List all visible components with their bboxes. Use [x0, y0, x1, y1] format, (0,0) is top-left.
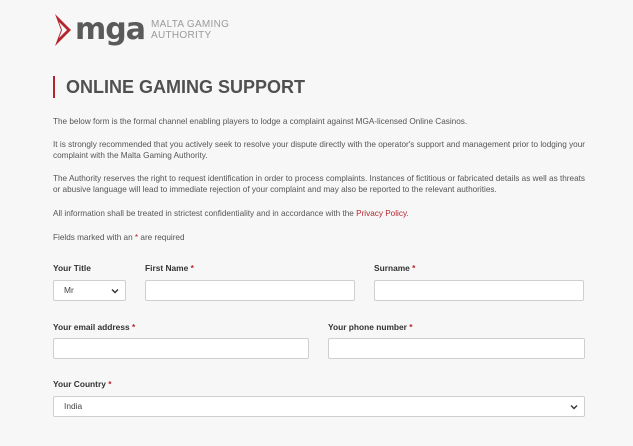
- phone-label: Your phone number *: [328, 322, 413, 332]
- page-title-block: ONLINE GAMING SUPPORT: [53, 76, 305, 98]
- country-select[interactable]: India: [53, 396, 585, 417]
- logo-org-name: MALTA GAMING AUTHORITY: [150, 19, 230, 41]
- page-title: ONLINE GAMING SUPPORT: [66, 77, 306, 97]
- country-label: Your Country *: [53, 379, 112, 389]
- first-name-label: First Name *: [145, 263, 194, 273]
- required-note: Fields marked with an * are required: [53, 233, 185, 242]
- mga-logo[interactable]: mga MALTA GAMING AUTHORITY: [53, 12, 229, 48]
- title-label: Your Title: [53, 263, 91, 273]
- email-input[interactable]: [53, 338, 309, 359]
- chevron-down-icon: [570, 405, 578, 410]
- maltese-cross-icon: [55, 14, 71, 46]
- chevron-down-icon: [111, 289, 119, 294]
- privacy-policy-link[interactable]: Privacy Policy: [356, 209, 406, 218]
- surname-label: Surname *: [374, 263, 416, 273]
- identification-text: The Authority reserves the right to requ…: [53, 174, 585, 194]
- phone-input[interactable]: [328, 338, 585, 359]
- first-name-input[interactable]: [145, 280, 355, 301]
- email-label: Your email address *: [53, 322, 136, 332]
- confidentiality-text: All information shall be treated in stri…: [53, 209, 409, 218]
- recommendation-text: It is strongly recommended that you acti…: [53, 140, 585, 160]
- intro-text: The below form is the formal channel ena…: [53, 117, 468, 126]
- logo-wordmark: mga: [75, 12, 146, 47]
- title-select[interactable]: Mr: [53, 280, 126, 301]
- surname-input[interactable]: [374, 280, 584, 301]
